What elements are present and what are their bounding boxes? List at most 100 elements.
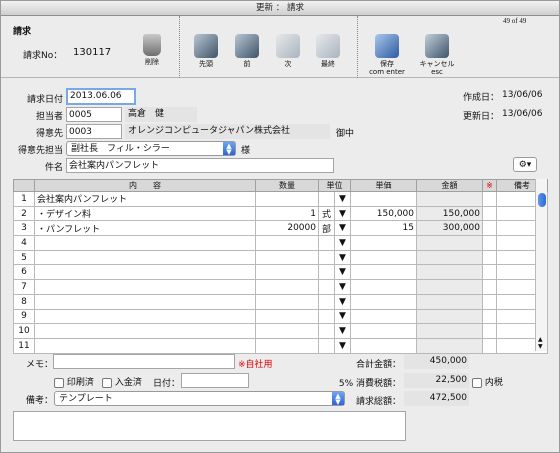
content-cell[interactable] (34, 279, 256, 295)
unit-dropdown-icon[interactable]: ▼ (334, 191, 351, 207)
qty-cell[interactable] (255, 235, 319, 251)
qty-cell[interactable]: 1 (255, 205, 319, 222)
price-cell[interactable] (350, 279, 417, 295)
unit-dropdown-icon[interactable]: ▼ (334, 249, 351, 266)
table-row[interactable]: 11 ▼ (13, 337, 548, 354)
price-cell[interactable]: 15 (350, 220, 417, 237)
action-menu-button[interactable]: ⚙▾ (513, 157, 537, 172)
first-record-icon (194, 34, 218, 58)
unit-cell[interactable] (318, 249, 335, 266)
price-cell[interactable] (350, 293, 417, 310)
content-cell[interactable] (34, 308, 256, 325)
unit-cell[interactable] (318, 191, 335, 207)
tax-label: 5% 消費税額： (338, 379, 401, 389)
price-cell[interactable] (350, 264, 417, 281)
scroll-up-icon[interactable]: ▲ (538, 336, 543, 343)
invoice-date-field[interactable]: 2013.06.06 (66, 88, 136, 105)
row-number: 2 (13, 205, 35, 222)
content-cell[interactable] (34, 235, 256, 251)
price-cell[interactable]: 150,000 (350, 205, 417, 222)
col-header-amount: 金額 (416, 179, 483, 192)
content-cell[interactable]: ・パンフレット (34, 220, 256, 237)
table-row[interactable]: 6 ▼ (13, 264, 548, 281)
table-row[interactable]: 10 ▼ (13, 323, 548, 339)
subject-field[interactable]: 会社案内パンフレット (66, 158, 334, 173)
last-button[interactable]: 最終 (310, 34, 346, 68)
unit-dropdown-icon[interactable]: ▼ (334, 205, 351, 222)
table-scrollbar[interactable]: ▲ ▼ (535, 179, 547, 351)
unit-dropdown-icon[interactable]: ▼ (334, 235, 351, 251)
unit-dropdown-icon[interactable]: ▼ (334, 264, 351, 281)
table-row[interactable]: 9 ▼ (13, 308, 548, 325)
unit-dropdown-icon[interactable]: ▼ (334, 308, 351, 325)
invoice-date-label: 請求日付 (26, 95, 63, 105)
content-cell[interactable] (34, 249, 256, 266)
price-cell[interactable] (350, 323, 417, 339)
cancel-button[interactable]: キャンセル esc (415, 34, 459, 76)
scrollbar-thumb[interactable] (538, 193, 546, 207)
unit-cell[interactable]: 式 (318, 205, 335, 222)
unit-cell[interactable]: 部 (318, 220, 335, 237)
scroll-down-icon[interactable]: ▼ (538, 343, 543, 350)
memo-field[interactable] (53, 354, 235, 369)
table-row[interactable]: 3 ・パンフレット 20000 部 ▼ 15 300,000 (13, 220, 548, 237)
price-cell[interactable] (350, 235, 417, 251)
unit-cell[interactable] (318, 323, 335, 339)
staff-code-field[interactable]: 0005 (66, 107, 122, 122)
unit-cell[interactable] (318, 337, 335, 354)
price-cell[interactable] (350, 249, 417, 266)
qty-cell[interactable] (255, 264, 319, 281)
table-row[interactable]: 1 会社案内パンフレット ▼ (13, 191, 548, 207)
content-cell[interactable]: ・デザイン料 (34, 205, 256, 222)
unit-cell[interactable] (318, 264, 335, 281)
printed-label: 印刷済 (66, 378, 94, 388)
table-row[interactable]: 8 ▼ (13, 293, 548, 310)
price-cell[interactable] (350, 337, 417, 354)
table-row[interactable]: 2 ・デザイン料 1 式 ▼ 150,000 150,000 (13, 205, 548, 222)
paid-checkbox[interactable]: 入金済 (102, 375, 142, 388)
save-icon (375, 34, 399, 58)
qty-cell[interactable]: 20000 (255, 220, 319, 237)
paid-date-field[interactable] (181, 373, 249, 388)
printed-checkbox[interactable]: 印刷済 (54, 375, 94, 388)
amount-cell (416, 191, 483, 207)
table-row[interactable]: 4 ▼ (13, 235, 548, 251)
price-cell[interactable] (350, 191, 417, 207)
toolbar: 請求 請求No： 130117 49 of 49 削除 先頭 前 次 最終 保存 (1, 16, 559, 78)
customer-code-field[interactable]: 0003 (66, 124, 122, 139)
table-row[interactable]: 5 ▼ (13, 249, 548, 266)
qty-cell[interactable] (255, 279, 319, 295)
unit-dropdown-icon[interactable]: ▼ (334, 220, 351, 237)
unit-cell[interactable] (318, 235, 335, 251)
template-popup[interactable]: テンプレート ▲ ▼ (54, 391, 345, 406)
next-button[interactable]: 次 (270, 34, 306, 68)
qty-cell[interactable] (255, 323, 319, 339)
content-cell[interactable]: 会社案内パンフレット (34, 191, 256, 207)
unit-cell[interactable] (318, 308, 335, 325)
unit-dropdown-icon[interactable]: ▼ (334, 279, 351, 295)
content-cell[interactable] (34, 337, 256, 354)
unit-dropdown-icon[interactable]: ▼ (334, 293, 351, 310)
qty-cell[interactable] (255, 249, 319, 266)
tax-included-checkbox[interactable]: 内税 (472, 375, 503, 388)
contact-popup[interactable]: 副社長 フィル・シラー ▲ ▼ (66, 141, 236, 156)
qty-cell[interactable] (255, 293, 319, 310)
template-value: テンプレート (59, 394, 113, 404)
unit-cell[interactable] (318, 279, 335, 295)
price-cell[interactable] (350, 308, 417, 325)
qty-cell[interactable] (255, 191, 319, 207)
content-cell[interactable] (34, 264, 256, 281)
save-button[interactable]: 保存 com enter (365, 34, 409, 76)
qty-cell[interactable] (255, 337, 319, 354)
unit-dropdown-icon[interactable]: ▼ (334, 323, 351, 339)
delete-button[interactable]: 削除 (134, 34, 170, 66)
content-cell[interactable] (34, 293, 256, 310)
notes-textarea[interactable] (13, 411, 406, 441)
qty-cell[interactable] (255, 308, 319, 325)
unit-dropdown-icon[interactable]: ▼ (334, 337, 351, 354)
unit-cell[interactable] (318, 293, 335, 310)
first-button[interactable]: 先頭 (188, 34, 224, 68)
prev-button[interactable]: 前 (229, 34, 265, 68)
content-cell[interactable] (34, 323, 256, 339)
table-row[interactable]: 7 ▼ (13, 279, 548, 295)
